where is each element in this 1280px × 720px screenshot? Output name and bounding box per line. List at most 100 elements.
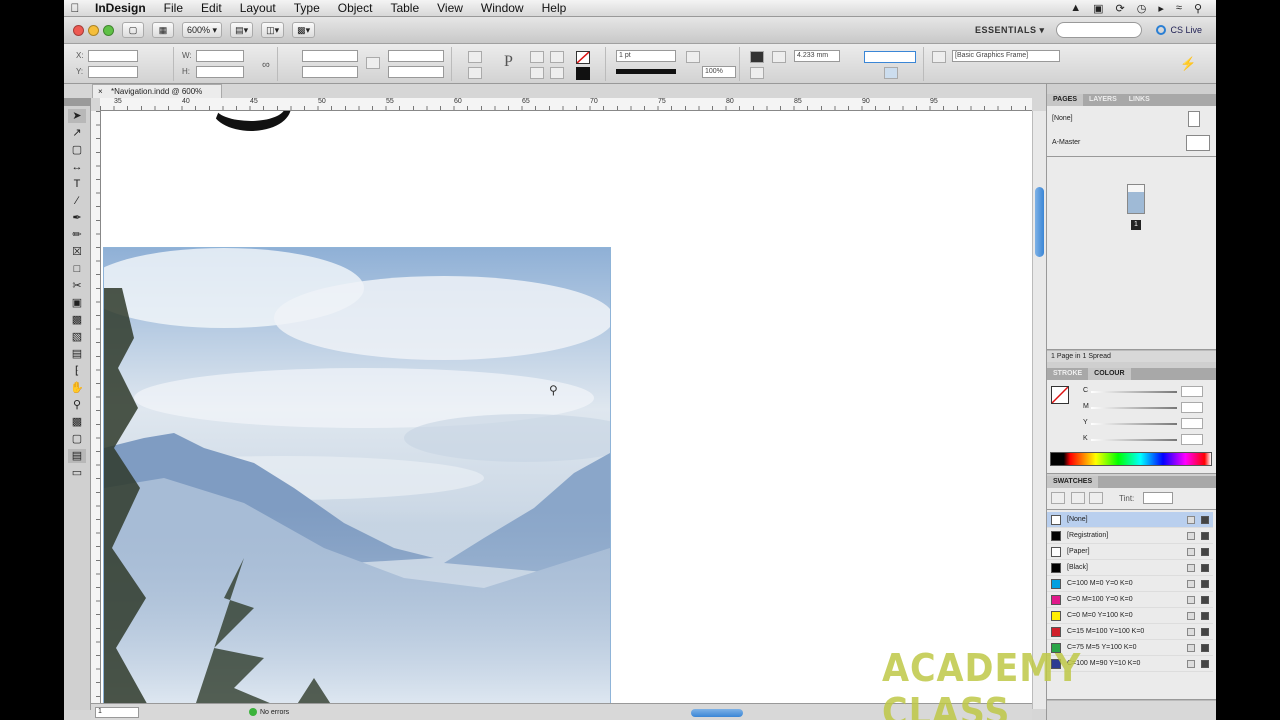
document-canvas[interactable]: ⚲: [101, 111, 1032, 709]
stroke-type-selector[interactable]: [616, 69, 676, 74]
spotlight-icon[interactable]: ⚲: [1194, 2, 1202, 15]
corner-size-field[interactable]: 4.233 mm: [794, 50, 840, 62]
selection-tool-icon[interactable]: ➤: [68, 109, 86, 123]
select-next-icon[interactable]: [550, 67, 564, 79]
tint-field[interactable]: [1143, 492, 1173, 504]
magenta-slider[interactable]: M: [1083, 402, 1213, 414]
yellow-slider[interactable]: Y: [1083, 418, 1213, 430]
swatch-row[interactable]: C=15 M=100 Y=100 K=0: [1047, 624, 1213, 640]
cs-live-button[interactable]: CS Live: [1156, 25, 1202, 35]
eyedropper-tool-icon[interactable]: ⁅: [68, 364, 86, 378]
swatch-row[interactable]: [Paper]: [1047, 544, 1213, 560]
vertical-ruler[interactable]: [91, 111, 101, 709]
scale-x-field[interactable]: [302, 50, 358, 62]
rotate-field[interactable]: [388, 50, 444, 62]
select-previous-icon[interactable]: [550, 51, 564, 63]
zoom-select[interactable]: 600% ▾: [182, 22, 223, 38]
black-field[interactable]: [1181, 434, 1203, 445]
arrange-documents-button[interactable]: ▩▾: [292, 22, 316, 38]
corner-shape-icon[interactable]: [772, 51, 786, 63]
page-number-field[interactable]: 1: [95, 706, 139, 718]
workspace-switcher[interactable]: ESSENTIALS ▾: [975, 25, 1045, 36]
rotate-90-ccw-icon[interactable]: [468, 67, 482, 79]
swatch-row[interactable]: [Black]: [1047, 560, 1213, 576]
minibridge-button[interactable]: ▦: [152, 22, 174, 38]
swatch-row[interactable]: C=100 M=0 Y=0 K=0: [1047, 576, 1213, 592]
type-tool-icon[interactable]: T: [68, 177, 86, 191]
object-style-select[interactable]: [Basic Graphics Frame]: [952, 50, 1060, 62]
document-tab[interactable]: × *Navigation.indd @ 600%: [92, 84, 222, 98]
stroke-weight-field[interactable]: 1 pt: [616, 50, 676, 62]
zoom-tool-icon[interactable]: ⚲: [68, 398, 86, 412]
scale-lock-icon[interactable]: [366, 57, 380, 69]
tab-stroke[interactable]: STROKE: [1047, 368, 1088, 380]
page-tool-icon[interactable]: ▢: [68, 143, 86, 157]
close-icon[interactable]: [73, 24, 84, 36]
rectangle-tool-icon[interactable]: □: [68, 262, 86, 276]
magenta-field[interactable]: [1181, 402, 1203, 413]
yellow-field[interactable]: [1181, 418, 1203, 429]
fill-swatch[interactable]: [576, 51, 590, 64]
master-a-row[interactable]: A-Master: [1050, 132, 1214, 154]
close-tab-icon[interactable]: ×: [98, 85, 103, 98]
frame-fitting-field[interactable]: [864, 51, 916, 63]
colour-spectrum[interactable]: [1050, 452, 1212, 466]
scissors-tool-icon[interactable]: ✂: [68, 279, 86, 293]
direct-selection-tool-icon[interactable]: ↗: [68, 126, 86, 140]
tab-links[interactable]: LINKS: [1123, 94, 1156, 106]
constrain-proportions-icon[interactable]: ∞: [262, 59, 270, 71]
tab-pages[interactable]: PAGES: [1047, 94, 1083, 106]
rectangle-frame-tool-icon[interactable]: ☒: [68, 245, 86, 259]
flip-icon[interactable]: P: [504, 53, 513, 71]
screen-mode-icon[interactable]: ▭: [68, 466, 86, 480]
gap-tool-icon[interactable]: ↔: [68, 160, 86, 174]
pencil-tool-icon[interactable]: ✏: [68, 228, 86, 242]
select-content-icon[interactable]: [530, 67, 544, 79]
select-container-icon[interactable]: [530, 51, 544, 63]
x-field[interactable]: [88, 50, 138, 62]
lightning-icon[interactable]: ⚡: [1180, 56, 1196, 72]
h-field[interactable]: [196, 66, 244, 78]
preflight-status[interactable]: No errors: [249, 708, 289, 716]
object-style-icon[interactable]: [932, 51, 946, 63]
menu-app[interactable]: InDesign: [86, 1, 155, 15]
tab-swatches[interactable]: SWATCHES: [1047, 476, 1099, 488]
swatch-container-icon[interactable]: [1071, 492, 1085, 504]
zoom-icon[interactable]: [103, 24, 114, 36]
screen-mode-button[interactable]: ◫▾: [261, 22, 285, 38]
cyan-slider[interactable]: C: [1083, 386, 1213, 398]
minimize-icon[interactable]: [88, 24, 99, 36]
fill-stroke-icon[interactable]: ▩: [68, 415, 86, 429]
rotate-90-cw-icon[interactable]: [468, 51, 482, 63]
swatch-fill-stroke-icon[interactable]: [1051, 492, 1065, 504]
wrap-icon[interactable]: [686, 51, 700, 63]
pen-tool-icon[interactable]: ✒: [68, 211, 86, 225]
menu-edit[interactable]: Edit: [192, 1, 231, 15]
swatch-text-icon[interactable]: [1089, 492, 1103, 504]
view-options-button[interactable]: ▤▾: [230, 22, 254, 38]
tools-panel-grip[interactable]: [64, 98, 90, 106]
vertical-scrollbar[interactable]: [1032, 111, 1046, 709]
line-tool-icon[interactable]: ∕: [68, 194, 86, 208]
black-slider[interactable]: K: [1083, 434, 1213, 446]
black-shape[interactable]: [211, 111, 291, 131]
menu-object[interactable]: Object: [329, 1, 382, 15]
image-frame[interactable]: [103, 247, 611, 709]
display-icon[interactable]: ▣: [1093, 2, 1103, 15]
volume-icon[interactable]: ▸: [1158, 2, 1164, 15]
adobe-icon[interactable]: ▲: [1070, 2, 1081, 15]
shear-field[interactable]: [388, 66, 444, 78]
menu-table[interactable]: Table: [381, 1, 428, 15]
menu-file[interactable]: File: [155, 1, 192, 15]
horizontal-ruler[interactable]: 35 40 45 50 55 60 65 70 75 80 85 90 95: [100, 98, 1032, 111]
apple-icon[interactable]: : [64, 1, 86, 15]
wifi-icon[interactable]: ≈: [1176, 2, 1182, 15]
scale-y-field[interactable]: [302, 66, 358, 78]
menu-window[interactable]: Window: [472, 1, 533, 15]
swatch-row[interactable]: [Registration]: [1047, 528, 1213, 544]
gradient-feather-tool-icon[interactable]: ▧: [68, 330, 86, 344]
w-field[interactable]: [196, 50, 244, 62]
menu-layout[interactable]: Layout: [231, 1, 285, 15]
swatch-row[interactable]: [None]: [1047, 512, 1213, 528]
tab-layers[interactable]: LAYERS: [1083, 94, 1123, 106]
